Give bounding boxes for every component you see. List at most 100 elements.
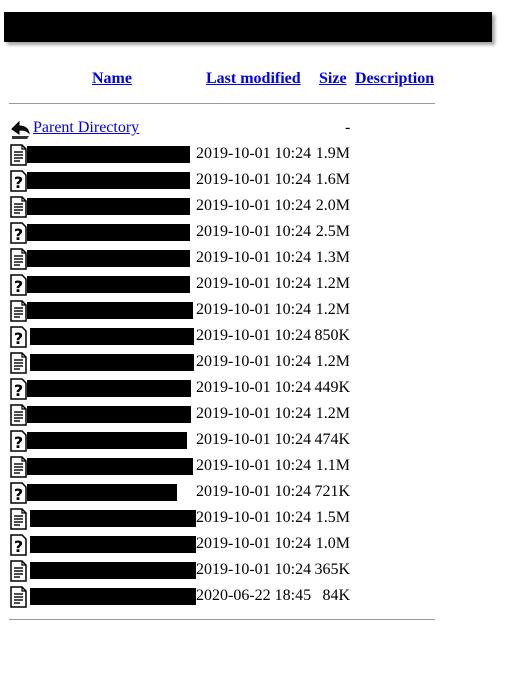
parent-directory-row[interactable]: Parent Directory - [0,117,440,143]
file-size-value: 2.0M [315,197,350,214]
file-row[interactable]: 2020-06-22 18:45 84K [0,585,440,611]
file-row[interactable]: ? 2019-10-01 10:24 474K [0,429,440,455]
sort-by-size-link[interactable]: Size [319,70,347,87]
redacted-file-name-link[interactable] [27,198,190,215]
redacted-file-name-link[interactable] [27,172,190,189]
file-row[interactable]: 2019-10-01 10:24 1.2M [0,351,440,377]
redacted-file-name-link[interactable] [30,510,196,527]
unknown-file-icon: ? [9,482,28,504]
redacted-file-name-link[interactable] [30,354,194,371]
file-size-value: 1.0M [315,535,350,552]
text-file-icon [9,144,28,166]
file-size-value: 474K [314,431,350,448]
redacted-file-name-link[interactable] [27,146,190,163]
file-row[interactable]: 2019-10-01 10:24 1.2M [0,403,440,429]
header-divider [9,103,435,104]
redacted-file-name-link[interactable] [30,328,194,345]
file-size-value: 84K [322,587,350,604]
svg-text:?: ? [14,173,23,192]
unknown-file-icon: ? [9,430,28,452]
svg-text:?: ? [14,433,23,452]
file-row[interactable]: 2019-10-01 10:24 1.1M [0,455,440,481]
last-modified-value: 2019-10-01 10:24 [196,301,312,318]
svg-text:?: ? [14,277,23,296]
unknown-file-icon: ? [9,326,28,348]
redacted-file-name-link[interactable] [27,484,177,501]
file-size-value: 1.3M [315,249,350,266]
redacted-file-name-link[interactable] [27,432,187,449]
file-row[interactable]: 2019-10-01 10:24 1.2M [0,299,440,325]
text-file-icon [9,404,28,426]
redacted-file-name-link[interactable] [30,562,196,579]
file-row[interactable]: ? 2019-10-01 10:24 850K [0,325,440,351]
svg-text:?: ? [14,537,23,556]
redacted-file-name-link[interactable] [30,536,196,553]
column-header-size[interactable]: Size [319,70,347,88]
redacted-file-name-link[interactable] [27,224,190,241]
last-modified-value: 2019-10-01 10:24 [196,223,312,240]
file-row[interactable]: 2019-10-01 10:24 1.3M [0,247,440,273]
unknown-file-icon: ? [9,170,28,192]
footer-divider [9,619,435,620]
file-row[interactable]: 2019-10-01 10:24 365K [0,559,440,585]
unknown-file-icon: ? [9,378,28,400]
sort-by-name-link[interactable]: Name [92,70,132,87]
last-modified-value: 2019-10-01 10:24 [196,353,312,370]
text-file-icon [9,248,28,270]
unknown-file-icon: ? [9,222,28,244]
last-modified-value: 2019-10-01 10:24 [196,379,312,396]
file-size-value: 721K [314,483,350,500]
redacted-title-bar [4,12,492,42]
file-size-value: 850K [314,327,350,344]
last-modified-value: 2019-10-01 10:24 [196,249,312,266]
file-row[interactable]: ? 2019-10-01 10:24 1.2M [0,273,440,299]
file-row[interactable]: ? 2019-10-01 10:24 2.5M [0,221,440,247]
file-row[interactable]: 2019-10-01 10:24 1.5M [0,507,440,533]
file-row[interactable]: 2019-10-01 10:24 1.9M [0,143,440,169]
file-row[interactable]: 2019-10-01 10:24 2.0M [0,195,440,221]
parent-directory-link[interactable]: Parent Directory [33,119,139,137]
sort-by-last-modified-link[interactable]: Last modified [206,70,301,87]
last-modified-value: 2019-10-01 10:24 [196,197,312,214]
text-file-icon [9,196,28,218]
column-header-last-modified[interactable]: Last modified [206,70,301,88]
file-row[interactable]: ? 2019-10-01 10:24 449K [0,377,440,403]
redacted-file-name-link[interactable] [27,302,193,319]
file-size-value: 1.2M [315,275,350,292]
last-modified-value: 2019-10-01 10:24 [196,561,312,578]
column-header-name[interactable]: Name [92,70,132,88]
file-size-value: 1.5M [315,509,350,526]
column-header-description[interactable]: Description [355,70,434,88]
text-file-icon [9,508,28,530]
file-row[interactable]: ? 2019-10-01 10:24 721K [0,481,440,507]
last-modified-value: 2020-06-22 18:45 [196,587,312,604]
redacted-file-name-link[interactable] [30,588,196,605]
text-file-icon [9,352,28,374]
sort-by-description-link[interactable]: Description [355,70,434,87]
file-size-value: 449K [314,379,350,396]
redacted-file-name-link[interactable] [27,276,190,293]
unknown-file-icon: ? [9,274,28,296]
redacted-file-name-link[interactable] [27,458,193,475]
last-modified-value: 2019-10-01 10:24 [196,535,312,552]
text-file-icon [9,586,28,608]
redacted-file-name-link[interactable] [27,380,191,397]
redacted-file-name-link[interactable] [27,406,191,423]
file-size-value: 1.2M [315,405,350,422]
text-file-icon [9,300,28,322]
last-modified-value: 2019-10-01 10:24 [196,509,312,526]
file-size-value: 1.1M [315,457,350,474]
last-modified-value: 2019-10-01 10:24 [196,171,312,188]
file-row[interactable]: ? 2019-10-01 10:24 1.6M [0,169,440,195]
parent-size-value: - [345,119,351,136]
file-size-value: 1.2M [315,301,350,318]
redacted-file-name-link[interactable] [27,250,190,267]
last-modified-value: 2019-10-01 10:24 [196,275,312,292]
file-size-value: 365K [314,561,350,578]
file-size-value: 2.5M [315,223,350,240]
svg-text:?: ? [14,329,23,348]
file-size-value: 1.6M [315,171,350,188]
last-modified-value: 2019-10-01 10:24 [196,145,312,162]
last-modified-value: 2019-10-01 10:24 [196,327,312,344]
file-row[interactable]: ? 2019-10-01 10:24 1.0M [0,533,440,559]
